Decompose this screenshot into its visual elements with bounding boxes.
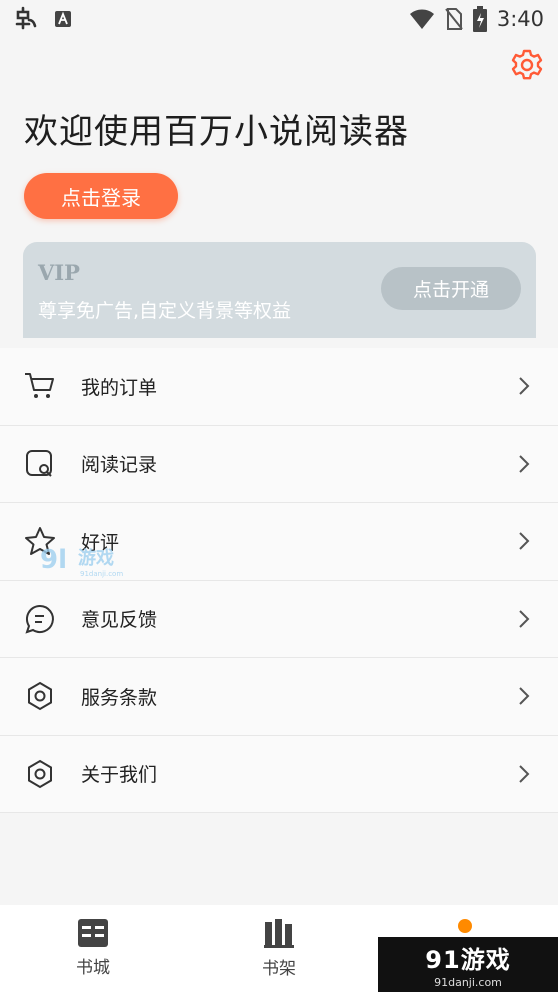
history-icon: [24, 448, 56, 480]
menu-item-label: 服务条款: [81, 686, 158, 709]
nav-bookshelf[interactable]: 书架: [186, 905, 372, 992]
wifi-icon: [409, 8, 435, 30]
corner-watermark-logo: 91游戏 91danji.com: [378, 937, 558, 992]
star-icon: [24, 525, 56, 557]
hexagon-icon: [24, 758, 56, 790]
bookstore-icon: [78, 919, 108, 947]
menu-item-label: 我的订单: [81, 376, 158, 399]
notification-dot: [458, 919, 472, 933]
menu-item-label: 关于我们: [81, 764, 158, 787]
feedback-icon: [24, 603, 56, 635]
chevron-right-icon: [519, 455, 530, 473]
bug-app-icon: [14, 6, 40, 32]
nav-bookstore[interactable]: 书城: [0, 905, 186, 992]
no-sim-icon: [445, 7, 463, 31]
vip-activate-button[interactable]: 点击开通: [381, 267, 521, 310]
clock: 3:40: [496, 7, 544, 31]
font-app-icon: [54, 10, 72, 28]
status-bar: 3:40: [0, 0, 558, 38]
hexagon-icon: [24, 680, 56, 712]
menu-item-reading-history[interactable]: 阅读记录: [0, 426, 558, 503]
menu-item-about[interactable]: 关于我们: [0, 736, 558, 813]
chevron-right-icon: [519, 377, 530, 395]
menu-item-rate[interactable]: 好评: [0, 503, 558, 581]
nav-label: 书城: [76, 958, 110, 978]
menu-item-feedback[interactable]: 意见反馈: [0, 581, 558, 658]
menu-item-label: 意见反馈: [81, 609, 158, 632]
menu-list: 我的订单 阅读记录 好评 意见反馈 服务条款 关于我们: [0, 348, 558, 813]
menu-item-label: 阅读记录: [81, 454, 158, 477]
settings-button[interactable]: [510, 48, 544, 82]
vip-description: 尊享免广告,自定义背景等权益: [38, 300, 292, 322]
chevron-right-icon: [519, 532, 530, 550]
chevron-right-icon: [519, 765, 530, 783]
login-button[interactable]: 点击登录: [24, 173, 178, 219]
menu-item-orders[interactable]: 我的订单: [0, 348, 558, 426]
vip-title: VIP: [38, 260, 80, 285]
nav-label: 书架: [262, 959, 296, 979]
menu-item-terms[interactable]: 服务条款: [0, 658, 558, 736]
battery-icon: [472, 6, 487, 32]
chevron-right-icon: [519, 610, 530, 628]
welcome-title: 欢迎使用百万小说阅读器: [24, 112, 409, 152]
corner-logo-sub: 91danji.com: [434, 976, 502, 989]
corner-logo-text: 91游戏: [425, 946, 511, 974]
chevron-right-icon: [519, 687, 530, 705]
gear-icon: [511, 49, 543, 80]
cart-icon: [24, 370, 56, 402]
bookshelf-icon: [264, 919, 294, 948]
vip-card: VIP 尊享免广告,自定义背景等权益 点击开通: [23, 242, 536, 338]
menu-item-label: 好评: [81, 531, 120, 554]
